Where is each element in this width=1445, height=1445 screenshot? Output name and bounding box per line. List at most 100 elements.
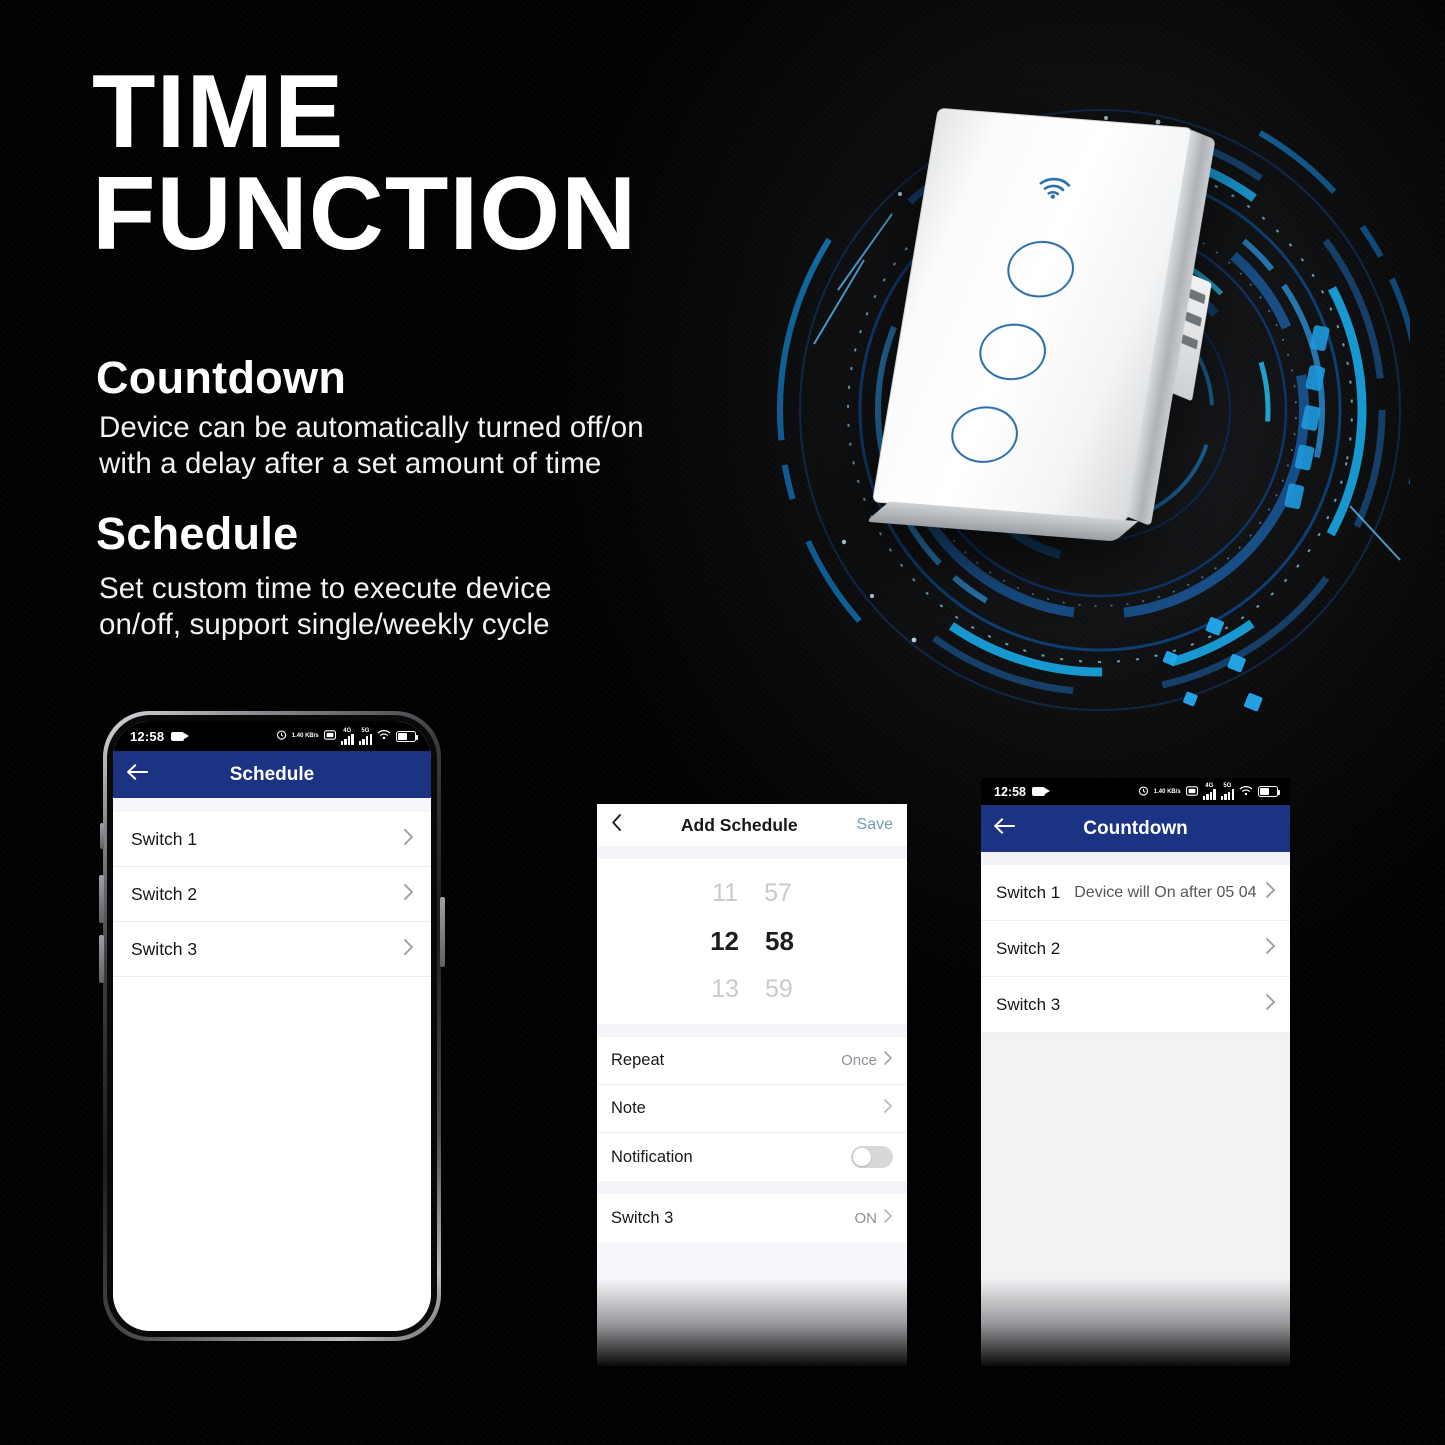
minute-selected: 58 <box>765 926 794 956</box>
row-label: Repeat <box>611 1051 665 1069</box>
schedule-list-pane: Switch 1 Switch 2 Switch 3 <box>113 798 431 1331</box>
signal-bars-2 <box>1220 789 1234 800</box>
switch-row[interactable]: Switch 3 ON <box>597 1194 907 1242</box>
row-label: Switch 2 <box>996 938 1061 958</box>
phone-screen-countdown: 12:58 1.40 KB/s 4G 5G Countdown Switch 1… <box>981 778 1290 1366</box>
data-rate-value: 1.40 KB/s <box>291 733 319 739</box>
row-label: Notification <box>611 1147 693 1166</box>
app-bar-title: Schedule <box>229 763 315 785</box>
chevron-right-icon <box>403 883 414 906</box>
wifi-status-icon <box>1239 783 1253 801</box>
poster-canvas: TIME FUNCTION Countdown Device can be au… <box>0 0 1445 1445</box>
network-4g-indicator: 4G <box>1202 783 1216 800</box>
hour-below: 13 <box>711 975 739 1003</box>
time-picker-row-selected[interactable]: 12 58 <box>710 917 794 966</box>
table-row[interactable]: Switch 1 <box>113 812 431 867</box>
table-row[interactable]: Switch 2 <box>113 867 431 922</box>
add-schedule-header: Add Schedule Save <box>597 804 907 846</box>
title-line-1: TIME <box>92 54 345 170</box>
table-row[interactable]: Switch 3 <box>113 922 431 977</box>
chevron-right-icon <box>883 1098 893 1119</box>
row-label: Note <box>611 1099 646 1117</box>
chevron-right-icon <box>403 828 414 851</box>
status-bar: 12:58 1.40 KB/s 4G 5G <box>113 721 431 751</box>
back-arrow-icon[interactable] <box>993 817 1016 840</box>
phone-screen-add-schedule: Add Schedule Save 11 57 12 58 13 59 Repe… <box>597 804 907 1366</box>
volume-down-button[interactable] <box>99 935 104 983</box>
hour-selected: 12 <box>710 926 739 956</box>
empty-list-area <box>597 1242 907 1366</box>
hour-above: 11 <box>712 879 739 907</box>
feature-body-schedule: Set custom time to execute device on/off… <box>99 571 552 644</box>
countdown-body-line-1: Device can be automatically turned off/o… <box>99 411 644 444</box>
phone-mockup-schedule: 12:58 1.40 KB/s 4G 5G Schedule Switch 1 … <box>99 711 445 1341</box>
repeat-value: Once <box>841 1052 877 1069</box>
back-arrow-icon[interactable] <box>126 763 149 786</box>
chevron-right-icon <box>1265 937 1276 960</box>
schedule-body-line-2: on/off, support single/weekly cycle <box>99 608 550 642</box>
chevron-right-icon <box>1265 993 1276 1016</box>
notification-toggle[interactable] <box>851 1146 893 1168</box>
title-line-2: FUNCTION <box>92 155 638 272</box>
app-bar-title: Countdown <box>1083 817 1188 839</box>
table-row[interactable]: Switch 1 Device will On after 05 04 <box>981 865 1290 921</box>
app-bar: Countdown <box>981 805 1290 852</box>
mute-switch-button[interactable] <box>100 823 104 849</box>
time-picker-row-above[interactable]: 11 57 <box>712 870 792 917</box>
alarm-icon <box>276 727 287 745</box>
touch-button-1[interactable] <box>1002 238 1078 300</box>
empty-list-area <box>981 1033 1290 1366</box>
signal-bars-1 <box>1202 789 1216 800</box>
feature-heading-schedule: Schedule <box>96 508 299 559</box>
row-label: Switch 1 <box>131 828 198 849</box>
phone-display: 12:58 1.40 KB/s 4G 5G Schedule Switch 1 … <box>113 721 431 1331</box>
status-icon-group: 1.40 KB/s 4G 5G <box>1138 783 1281 801</box>
power-button[interactable] <box>440 897 445 967</box>
data-rate-indicator: 1.40 KB/s <box>292 733 319 739</box>
feature-body-countdown: Device can be automatically turned off/o… <box>99 410 644 483</box>
sim-card-icon <box>1185 783 1198 801</box>
touch-button-2[interactable] <box>974 321 1050 383</box>
status-icon-group: 1.40 KB/s 4G 5G <box>276 727 419 745</box>
picker-divider-band <box>597 1024 907 1037</box>
table-row[interactable]: Switch 2 <box>981 921 1290 977</box>
repeat-row[interactable]: Repeat Once <box>597 1037 907 1085</box>
notification-row[interactable]: Notification <box>597 1133 907 1181</box>
save-button[interactable]: Save <box>857 816 893 834</box>
chevron-right-icon <box>883 1050 893 1071</box>
row-description: Device will On after 05 04 <box>1074 883 1257 901</box>
header-divider-band <box>597 846 907 859</box>
screen-record-icon <box>171 731 190 741</box>
sim-card-icon <box>323 727 336 745</box>
battery-icon <box>1258 786 1281 797</box>
row-label: Switch 3 <box>131 938 198 959</box>
countdown-body-line-2: with a delay after a set amount of time <box>99 447 602 481</box>
chevron-right-icon <box>883 1208 893 1229</box>
data-rate-value: 1.40 KB/s <box>1153 788 1181 795</box>
page-title: TIME FUNCTION <box>92 60 638 272</box>
chevron-right-icon <box>403 938 414 961</box>
screen-record-icon <box>1031 787 1050 796</box>
minute-below: 59 <box>765 975 793 1003</box>
data-rate-indicator: 1.40 KB/s <box>1154 789 1181 795</box>
touch-button-3[interactable] <box>946 403 1022 466</box>
signal-bars-2 <box>358 733 372 745</box>
back-chevron-icon[interactable] <box>611 813 622 837</box>
app-bar: Schedule <box>113 751 431 798</box>
switch-state-value: ON <box>854 1209 878 1227</box>
volume-up-button[interactable] <box>99 875 104 923</box>
list-top-band <box>113 798 431 812</box>
list-top-band <box>981 852 1290 865</box>
alarm-icon <box>1138 783 1149 801</box>
time-picker-row-below[interactable]: 13 59 <box>711 966 793 1013</box>
minute-above: 57 <box>764 879 792 907</box>
time-picker[interactable]: 11 57 12 58 13 59 <box>597 859 907 1024</box>
network-5g-indicator: 5G <box>1220 783 1234 800</box>
table-row[interactable]: Switch 3 <box>981 977 1290 1033</box>
note-row[interactable]: Note <box>597 1085 907 1133</box>
network-4g-indicator: 4G <box>340 728 354 745</box>
battery-icon <box>396 730 419 742</box>
status-clock: 12:58 <box>130 728 165 744</box>
signal-bars-1 <box>340 733 354 745</box>
wifi-status-icon <box>377 727 391 745</box>
